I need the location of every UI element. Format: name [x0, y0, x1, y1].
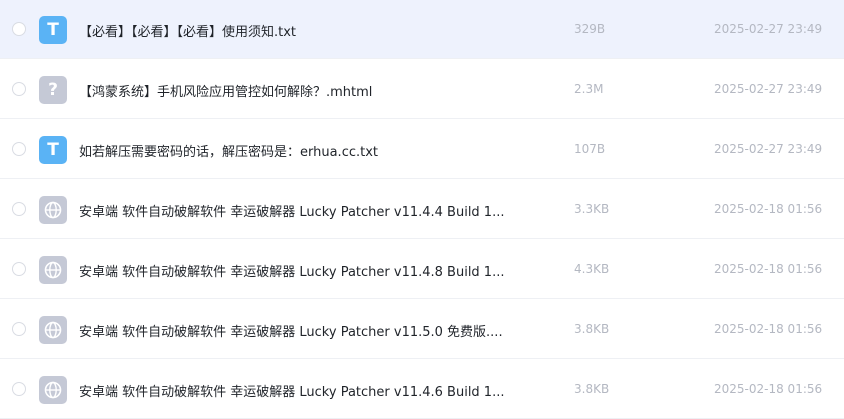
select-checkbox[interactable] [12, 82, 26, 96]
file-date: 2025-02-27 23:49 [714, 22, 823, 36]
file-row[interactable]: T 【必看】【必看】【必看】使用须知.txt 329B 2025-02-27 2… [0, 0, 844, 59]
file-row[interactable]: 安卓端 软件自动破解软件 幸运破解器 Lucky Patcher v11.4.4… [0, 180, 844, 239]
file-size: 329B [574, 22, 606, 36]
unknown-file-icon: ? [39, 76, 67, 104]
file-date: 2025-02-27 23:49 [714, 142, 823, 156]
file-date: 2025-02-18 01:56 [714, 322, 823, 336]
file-size: 107B [574, 142, 606, 156]
file-size: 3.8KB [574, 382, 610, 396]
file-row[interactable]: 安卓端 软件自动破解软件 幸运破解器 Lucky Patcher v11.5.0… [0, 300, 844, 359]
file-name[interactable]: 安卓端 软件自动破解软件 幸运破解器 Lucky Patcher v11.4.8… [79, 261, 504, 280]
select-checkbox[interactable] [12, 142, 26, 156]
file-name[interactable]: 如若解压需要密码的话，解压密码是：erhua.cc.txt [79, 141, 378, 160]
txt-file-icon: T [39, 136, 67, 164]
file-list: T 【必看】【必看】【必看】使用须知.txt 329B 2025-02-27 2… [0, 0, 844, 419]
file-date: 2025-02-18 01:56 [714, 382, 823, 396]
file-name[interactable]: 安卓端 软件自动破解软件 幸运破解器 Lucky Patcher v11.5.0… [79, 321, 503, 340]
select-checkbox[interactable] [12, 322, 26, 336]
file-row[interactable]: ? 【鸿蒙系统】手机风险应用管控如何解除？.mhtml 2.3M 2025-02… [0, 60, 844, 119]
file-name[interactable]: 【鸿蒙系统】手机风险应用管控如何解除？.mhtml [79, 81, 372, 100]
file-size: 4.3KB [574, 262, 610, 276]
select-checkbox[interactable] [12, 382, 26, 396]
web-file-icon [39, 196, 67, 224]
web-file-icon [39, 316, 67, 344]
file-row[interactable]: 安卓端 软件自动破解软件 幸运破解器 Lucky Patcher v11.4.8… [0, 240, 844, 299]
file-name[interactable]: 【必看】【必看】【必看】使用须知.txt [79, 21, 296, 40]
file-size: 3.8KB [574, 322, 610, 336]
file-date: 2025-02-18 01:56 [714, 262, 823, 276]
web-file-icon [39, 256, 67, 284]
file-row[interactable]: T 如若解压需要密码的话，解压密码是：erhua.cc.txt 107B 202… [0, 120, 844, 179]
select-checkbox[interactable] [12, 22, 26, 36]
select-checkbox[interactable] [12, 202, 26, 216]
file-row[interactable]: 安卓端 软件自动破解软件 幸运破解器 Lucky Patcher v11.4.6… [0, 360, 844, 419]
web-file-icon [39, 376, 67, 404]
file-date: 2025-02-27 23:49 [714, 82, 823, 96]
txt-file-icon: T [39, 16, 67, 44]
file-date: 2025-02-18 01:56 [714, 202, 823, 216]
select-checkbox[interactable] [12, 262, 26, 276]
file-name[interactable]: 安卓端 软件自动破解软件 幸运破解器 Lucky Patcher v11.4.6… [79, 381, 504, 400]
file-size: 2.3M [574, 82, 604, 96]
file-name[interactable]: 安卓端 软件自动破解软件 幸运破解器 Lucky Patcher v11.4.4… [79, 201, 504, 220]
file-size: 3.3KB [574, 202, 610, 216]
